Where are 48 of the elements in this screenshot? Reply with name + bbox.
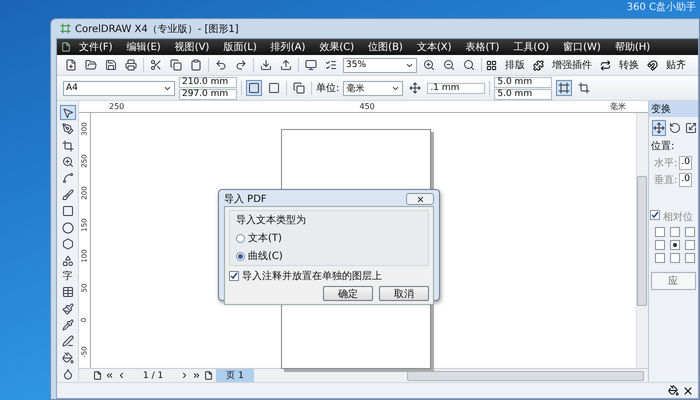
ruler-number: 450	[360, 102, 375, 111]
duplicate-y-field[interactable]: 5.0 mm	[494, 88, 552, 100]
cancel-button[interactable]: 取消	[379, 286, 429, 301]
ok-button[interactable]: 确定	[323, 286, 373, 301]
page-tab[interactable]: 页 1	[216, 369, 254, 382]
menu-item[interactable]: 效果(C)	[313, 40, 360, 54]
field-label: 垂直:	[653, 174, 678, 187]
toolbar-button[interactable]: 排版	[501, 58, 529, 72]
height-field[interactable]: 297.0 mm	[179, 88, 237, 100]
tray-label: 360 C盘小助手	[626, 0, 696, 14]
position-field[interactable]: .0	[679, 173, 692, 187]
checkbox-option[interactable]: 导入注释并放置在单独的图层上	[229, 269, 429, 283]
toolbar-button[interactable]: 贴齐	[662, 58, 690, 72]
field-label: 水平:	[653, 156, 678, 170]
text-tool[interactable]: 字	[60, 269, 76, 284]
toolbar-button[interactable]: 增强插件	[548, 58, 596, 72]
menu-item[interactable]: 表格(T)	[460, 40, 506, 54]
group-label: 导入文本类型为	[236, 214, 307, 227]
unit-select[interactable]: 毫米	[343, 80, 404, 96]
ruler-number: 250	[109, 102, 124, 111]
menu-item[interactable]: 编辑(E)	[120, 40, 167, 54]
position-field[interactable]: .0	[679, 156, 692, 170]
duplicate-x-field[interactable]: 5.0 mm	[494, 76, 552, 88]
menu-item[interactable]: 文本(X)	[410, 40, 458, 54]
nudge-field[interactable]: .1 mm	[427, 82, 486, 94]
apply-button[interactable]: 应	[651, 272, 696, 290]
window-title: CorelDRAW X4（专业版）- [图形1]	[75, 22, 239, 36]
menu-item[interactable]: 排列(A)	[264, 40, 312, 54]
width-field[interactable]: 210.0 mm	[179, 76, 237, 88]
page-counter: 1 / 1	[142, 370, 164, 380]
menu-item[interactable]: 视图(V)	[168, 40, 216, 54]
menu-item[interactable]: 工具(O)	[507, 40, 556, 54]
docker-title: 变换	[649, 101, 698, 117]
menu-item[interactable]: 版面(L)	[217, 40, 263, 54]
unit-label: 单位:	[316, 82, 340, 95]
menu-item[interactable]: 文件(F)	[73, 40, 119, 54]
radio-option[interactable]: 文本(T)	[236, 231, 422, 245]
checkbox-label: 相对位	[662, 210, 693, 224]
zoom-select[interactable]: 35%	[343, 58, 417, 72]
paper-select[interactable]: A4	[63, 80, 175, 96]
ruler-unit: 毫米	[610, 101, 626, 112]
toolbar-button[interactable]: 转换	[615, 58, 643, 72]
menu-item[interactable]: 位图(B)	[362, 40, 409, 54]
section-label: 位置:	[650, 140, 676, 153]
menu-item[interactable]: 帮助(H)	[608, 40, 656, 54]
dialog-title: 导入 PDF	[224, 192, 267, 206]
radio-option[interactable]: 曲线(C)	[236, 249, 422, 263]
menu-item[interactable]: 窗口(W)	[557, 40, 607, 54]
